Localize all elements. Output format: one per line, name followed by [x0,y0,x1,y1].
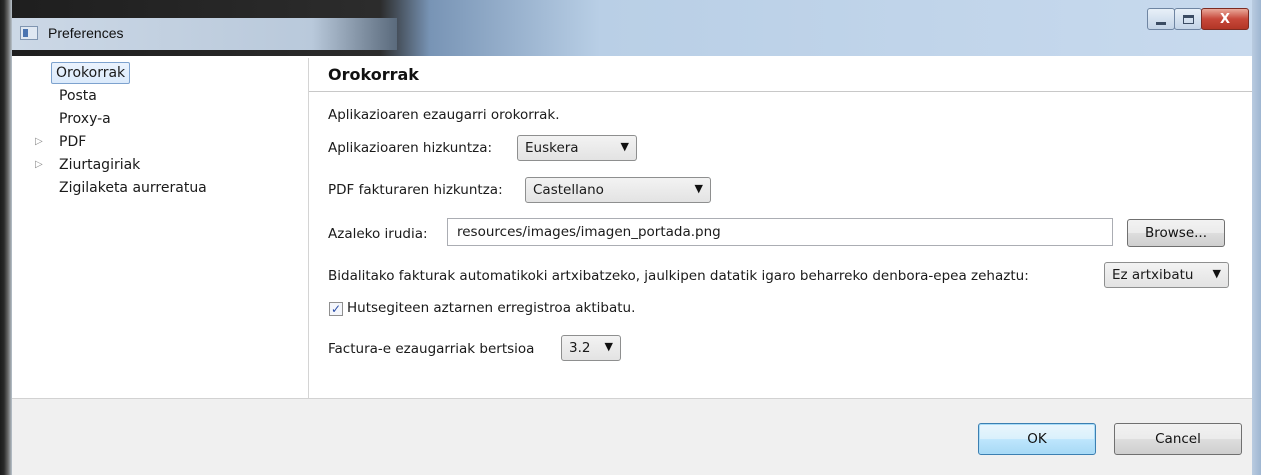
window-right-border [1252,0,1261,475]
ok-button[interactable]: OK [978,423,1096,455]
ok-button-label: OK [1027,431,1047,447]
tree-item-label: Posta [59,88,97,104]
cancel-button-label: Cancel [1155,431,1201,447]
tree-item-label: Proxy-a [59,111,111,127]
preferences-tree: Orokorrak Posta Proxy-a ▷ PDF ▷ Ziurtagi… [21,58,309,398]
window-left-border [0,0,12,475]
cover-image-label: Azaleko irudia: [328,226,428,242]
window-app-icon [20,26,38,40]
expand-arrow-icon[interactable]: ▷ [35,132,45,152]
minimize-icon [1156,21,1166,25]
title-bar[interactable]: Preferences X [0,0,1261,56]
archive-select[interactable]: Ez artxibatu ▼ [1104,262,1229,288]
error-log-label: Hutsegiteen aztarnen erregistroa aktibat… [347,300,636,316]
tree-item-label: Orokorrak [51,62,131,84]
cancel-button[interactable]: Cancel [1114,423,1242,455]
chevron-down-icon: ▼ [620,140,629,153]
tree-item-label: Zigilaketa aurreratua [59,180,207,196]
pdf-language-value: Castellano [533,182,604,198]
chevron-down-icon: ▼ [694,182,703,195]
chevron-down-icon: ▼ [604,340,613,353]
tree-item-label: Ziurtagiriak [59,157,141,173]
window-controls: X [1147,8,1249,32]
window-title: Preferences [48,25,124,41]
cover-image-input[interactable] [448,219,1112,245]
app-language-select[interactable]: Euskera ▼ [517,135,637,161]
archive-value: Ez artxibatu [1112,267,1194,283]
close-button[interactable]: X [1201,8,1249,30]
panel-description: Aplikazioaren ezaugarri orokorrak. [328,107,560,123]
browse-button[interactable]: Browse... [1127,219,1225,247]
settings-panel: Orokorrak Aplikazioaren ezaugarri orokor… [309,58,1252,398]
checkmark-icon: ✓ [330,302,342,316]
facturae-version-label: Factura-e ezaugarriak bertsioa [328,341,535,357]
close-icon: X [1219,11,1231,27]
panel-header: Orokorrak [309,58,1252,92]
tree-item-label: PDF [59,134,87,150]
panel-title: Orokorrak [328,65,419,84]
expand-arrow-icon[interactable]: ▷ [35,155,45,175]
chevron-down-icon: ▼ [1212,267,1221,280]
app-language-label: Aplikazioaren hizkuntza: [328,140,493,156]
cover-image-field[interactable] [447,218,1113,246]
archive-label: Bidalitako fakturak automatikoki artxiba… [328,268,1029,284]
maximize-icon [1182,14,1194,24]
pdf-language-label: PDF fakturaren hizkuntza: [328,182,503,198]
preferences-window: Preferences X Orokorrak Posta Proxy-a ▷ … [0,0,1261,475]
pdf-language-select[interactable]: Castellano ▼ [525,177,711,203]
dialog-client-area: Orokorrak Posta Proxy-a ▷ PDF ▷ Ziurtagi… [12,56,1252,475]
maximize-button[interactable] [1174,8,1202,30]
browse-button-label: Browse... [1144,225,1208,241]
dialog-footer: OK Cancel [12,398,1252,475]
app-language-value: Euskera [525,140,579,156]
facturae-version-value: 3.2 [569,340,591,356]
error-log-checkbox[interactable]: ✓ [329,302,343,316]
minimize-button[interactable] [1147,8,1175,30]
facturae-version-select[interactable]: 3.2 ▼ [561,335,621,361]
